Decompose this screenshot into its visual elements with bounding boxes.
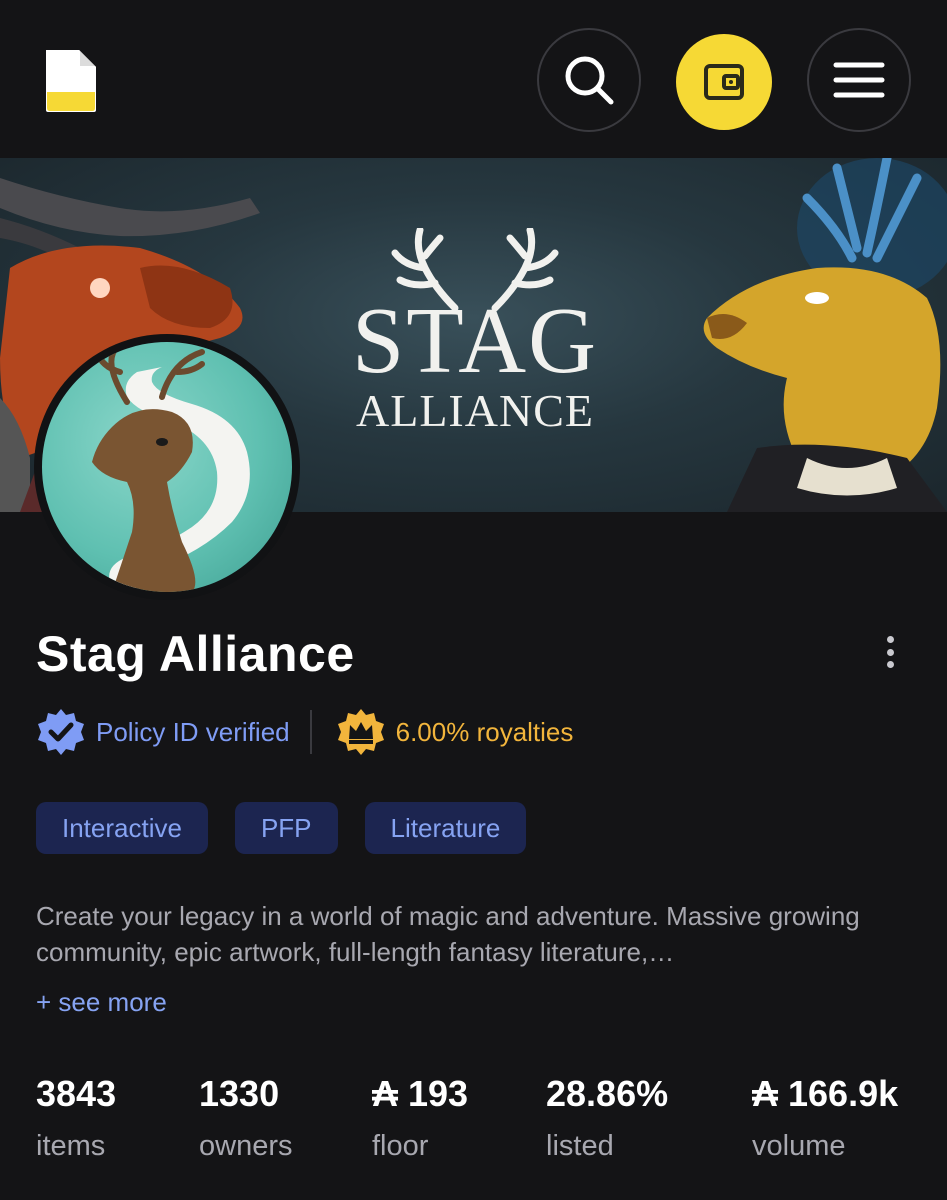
stat-label: floor [372, 1130, 429, 1162]
stat-value: 1330 [199, 1073, 280, 1114]
stat-value: ₳ 193 [372, 1073, 469, 1114]
stat-value: ₳ 166.9k [752, 1073, 899, 1114]
wallet-icon [704, 64, 744, 100]
stat-items: 3843 items [36, 1072, 116, 1166]
wallet-button[interactable] [676, 34, 772, 130]
antlers-icon [391, 228, 559, 312]
see-more-link[interactable]: + see more [36, 984, 167, 1020]
royalties-label: 6.00% royalties [395, 716, 574, 747]
stat-value: 3843 [36, 1073, 117, 1114]
search-icon [565, 56, 614, 105]
search-button[interactable] [537, 28, 641, 132]
avatar-stag-image [92, 344, 250, 592]
collection-name: Stag Alliance [36, 626, 355, 682]
kebab-dot [886, 648, 894, 656]
kebab-dot [886, 636, 894, 643]
kebab-dot [886, 661, 894, 668]
collection-avatar [34, 334, 300, 600]
menu-button[interactable] [807, 28, 911, 132]
stat-label: owners [199, 1130, 293, 1162]
stat-owners: 1330 owners [199, 1072, 293, 1166]
stats-row: 3843 items 1330 owners ₳ 193 floor 28.86… [36, 1072, 916, 1182]
royalties-badge[interactable]: 6.00% royalties [336, 707, 574, 757]
stat-volume: ₳ 166.9k volume [752, 1072, 898, 1166]
stat-label: volume [752, 1130, 846, 1162]
collection-description: Create your legacy in a world of magic a… [36, 901, 860, 967]
banner-logo: STAG ALLIANCE [330, 218, 620, 434]
stat-value: 28.86% [546, 1073, 669, 1114]
stat-label: items [36, 1130, 106, 1162]
banner-right-creature [703, 158, 947, 512]
badges-row: Policy ID verified 6.00% royalties [36, 706, 573, 758]
top-bar [0, 0, 947, 158]
tag-interactive[interactable]: Interactive [36, 802, 208, 854]
banner-subtitle: ALLIANCE [356, 385, 594, 436]
hamburger-icon [833, 62, 885, 98]
document-icon[interactable] [40, 44, 102, 116]
more-options-button[interactable] [872, 630, 908, 674]
stat-listed: 28.86% listed [546, 1072, 668, 1166]
tag-list: Interactive PFP Literature [36, 802, 553, 854]
verified-label: Policy ID verified [96, 716, 290, 747]
stat-floor: ₳ 193 floor [372, 1072, 468, 1166]
crown-icon [337, 709, 384, 755]
verified-check-icon [38, 709, 84, 755]
stat-label: listed [546, 1130, 614, 1162]
policy-verified-badge[interactable]: Policy ID verified [36, 707, 290, 757]
tag-pfp[interactable]: PFP [234, 802, 338, 854]
badge-divider [309, 710, 312, 754]
tag-literature[interactable]: Literature [364, 802, 527, 854]
